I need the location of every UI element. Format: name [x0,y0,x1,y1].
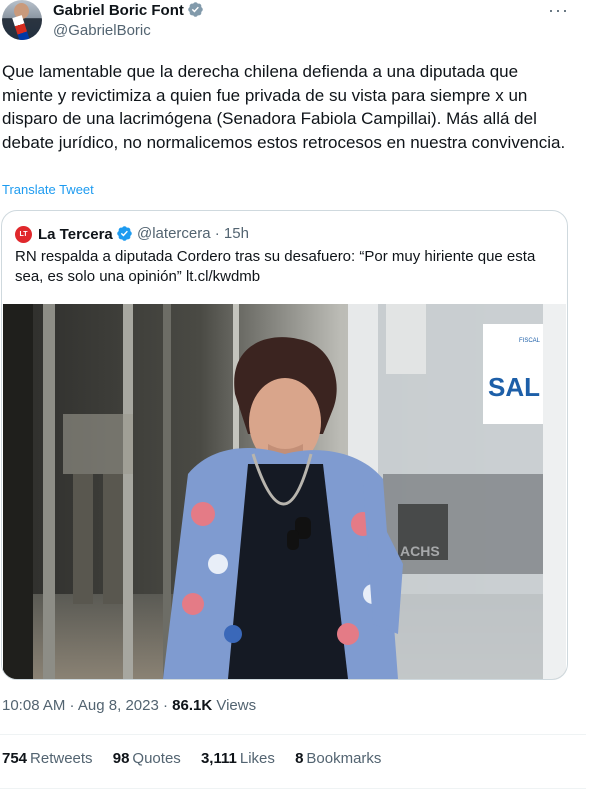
author-avatar[interactable] [2,0,42,40]
retweets-count: 754 [2,750,28,767]
door-sign-text: SAL [488,372,540,402]
tweet-meta: 10:08 AM · Aug 8, 2023 · 86.1K Views [2,697,256,714]
meta-separator: · [158,697,173,714]
photo-illustration: SAL FISCAL ACHS [3,304,566,679]
likes-stat[interactable]: 3,111 Likes [201,750,275,767]
author-name[interactable]: Gabriel Boric Font [53,1,204,19]
quoted-handle-time: @latercera · 15h [137,225,249,242]
verified-badge-icon [188,2,203,17]
presidential-sash [12,15,30,40]
quoted-photo[interactable]: SAL FISCAL ACHS [3,304,566,679]
quotes-count: 98 [112,750,130,767]
likes-label: Likes [239,750,275,767]
likes-count: 3,111 [200,750,237,767]
retweets-stat[interactable]: 754 Retweets [2,750,93,767]
fiscal-sign-text: FISCAL [519,338,541,344]
translate-tweet-link[interactable]: Translate Tweet [2,182,94,197]
retweets-label: Retweets [30,750,93,767]
bookmarks-count: 8 [295,750,304,767]
divider [0,788,586,789]
tweet-text: Que lamentable que la derecha chilena de… [2,62,566,153]
divider [0,734,586,735]
quoted-tweet-text: RN respalda a diputada Cordero tras su d… [15,248,536,285]
views-label: Views [216,697,257,714]
meta-separator: · [65,697,78,714]
author-name-text: Gabriel Boric Font [53,2,184,19]
quoted-tweet-card[interactable]: LT La Tercera @latercera · 15h RN respal… [1,210,568,680]
tweet-date[interactable]: Aug 8, 2023 [78,697,159,714]
tweet-stats: 754 Retweets 98 Quotes 3,111 Likes 8 Bookmar… [2,750,397,767]
verified-badge-icon [117,226,132,241]
author-handle[interactable]: @GabrielBoric [53,22,151,39]
bookmarks-stat[interactable]: 8 Bookmarks [295,750,381,767]
quoted-author-name-text: La Tercera [38,226,113,243]
more-options-icon[interactable]: ··· [548,0,569,21]
views-count: 86.1K [172,697,213,714]
tweet-time[interactable]: 10:08 AM [2,697,65,714]
quotes-label: Quotes [132,750,181,767]
bookmarks-label: Bookmarks [306,750,382,767]
la-tercera-logo-icon: LT [15,226,32,243]
quotes-stat[interactable]: 98 Quotes [113,750,181,767]
quoted-author-name: La Tercera [38,225,133,243]
